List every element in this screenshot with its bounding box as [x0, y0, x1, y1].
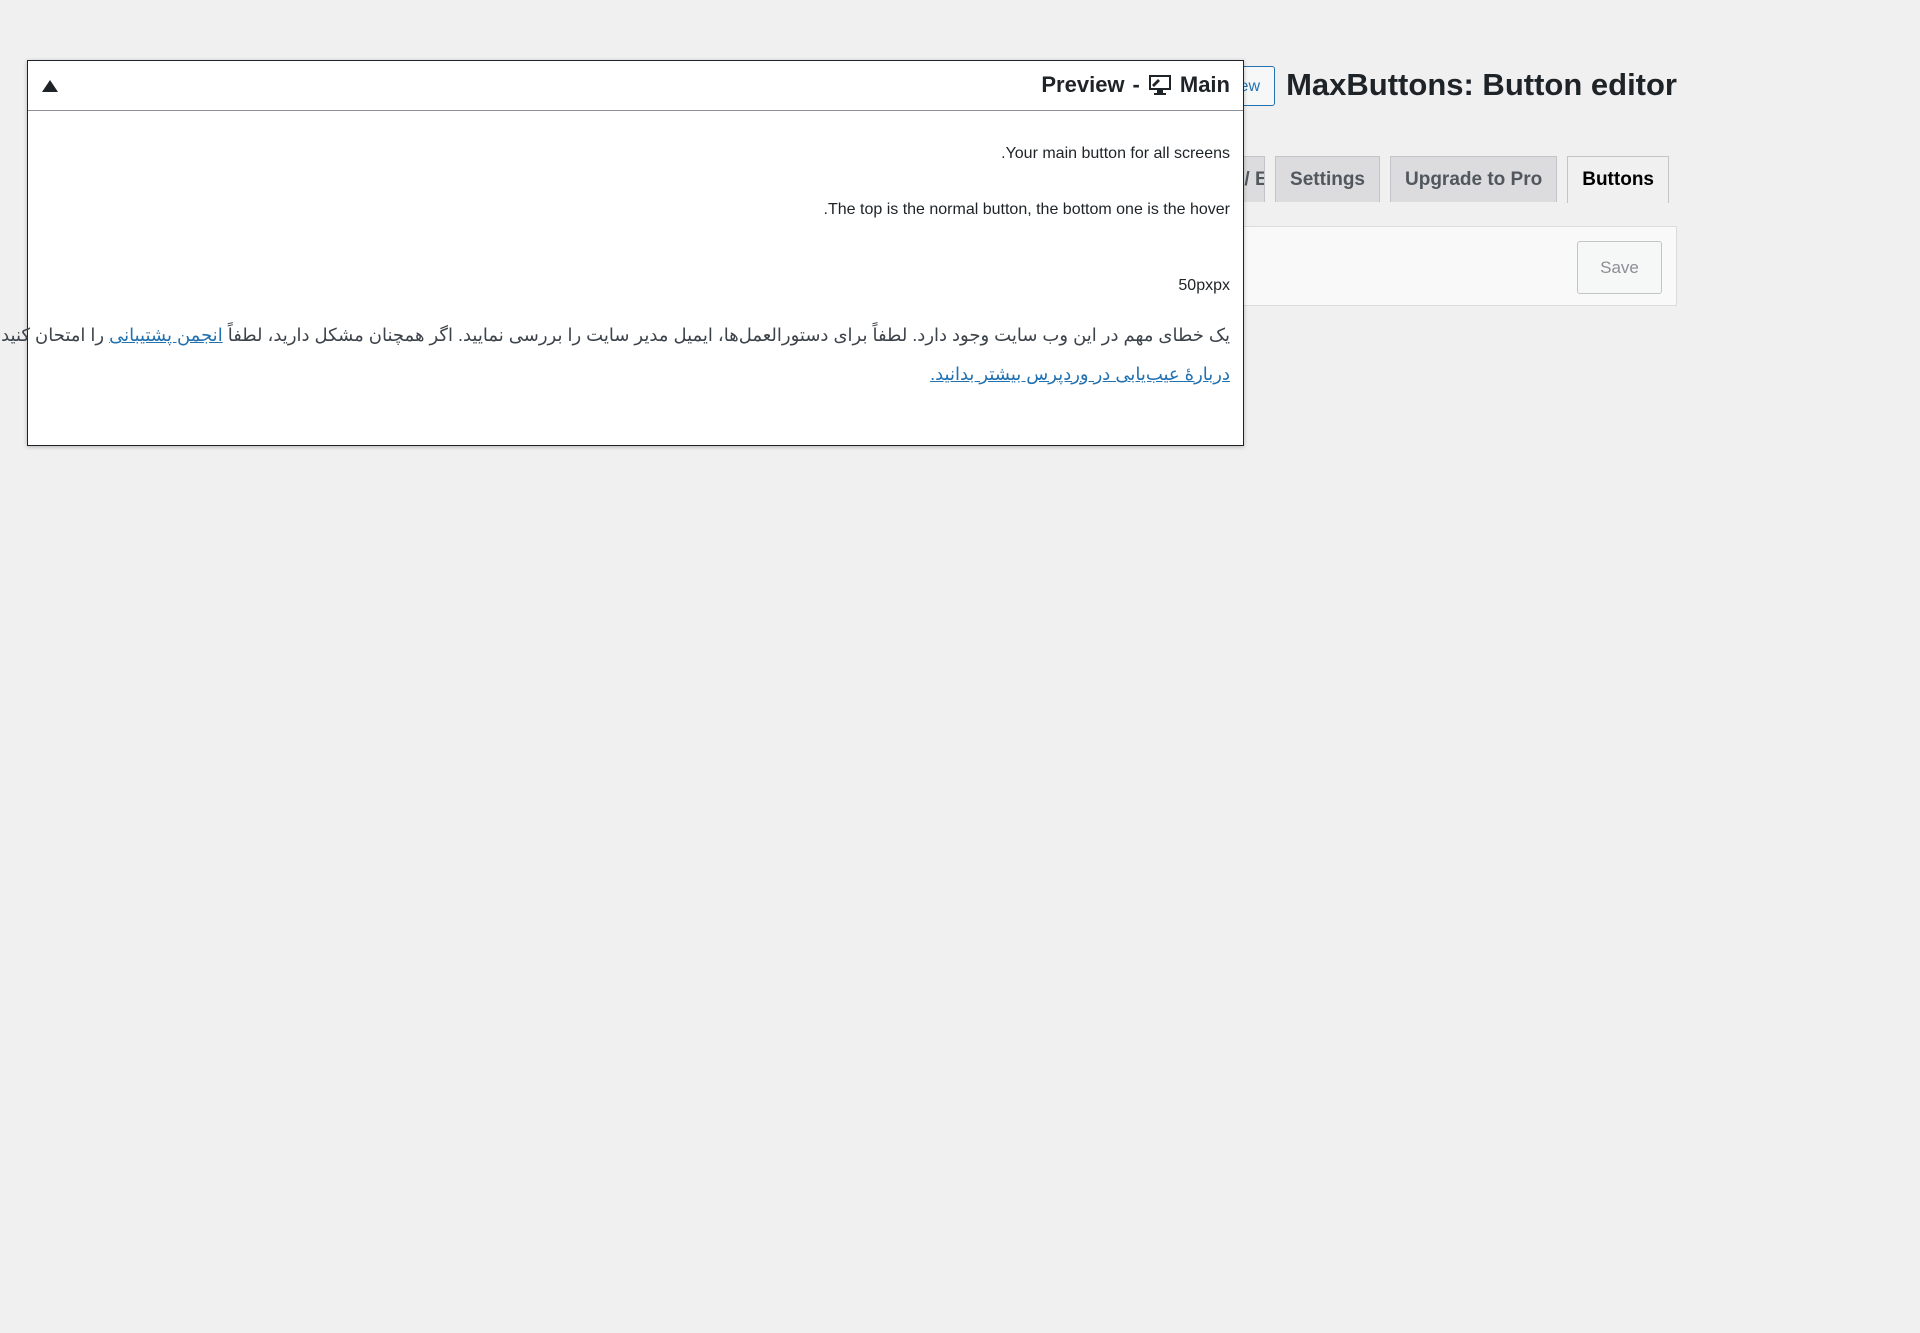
- desktop-icon: [1148, 75, 1171, 95]
- preview-panel: Preview - Main Your main button for all …: [0, 60, 1244, 446]
- error-text-before: یک خطای مهم در این وب سایت وجود دارد. لط…: [222, 325, 1230, 345]
- tab-upgrade-to-pro[interactable]: Upgrade to Pro: [1390, 156, 1558, 202]
- preview-header[interactable]: Preview - Main: [28, 61, 1243, 111]
- preview-title: Preview - Main: [1041, 72, 1230, 98]
- page-title: MaxButtons: Button editor: [1286, 67, 1677, 102]
- tab-buttons[interactable]: Buttons: [1567, 156, 1669, 203]
- preview-size-value: 50pxpx: [1178, 277, 1230, 294]
- troubleshooting-link[interactable]: دربارهٔ عیب‌یابی در وردپرس بیشتر بدانید.: [930, 364, 1230, 385]
- preview-title-main: Main: [1179, 72, 1230, 97]
- error-message: یک خطای مهم در این وب سایت وجود دارد. لط…: [0, 325, 1230, 346]
- save-button[interactable]: Save: [1577, 241, 1662, 294]
- tab-settings[interactable]: Settings: [1275, 156, 1380, 202]
- page: MaxButtons: Button editor Add New Button…: [0, 0, 1920, 1333]
- preview-description-main: Your main button for all screens.: [1001, 145, 1230, 162]
- error-text-after: را امتحان کنید.: [0, 325, 110, 345]
- preview-title-label: Preview: [1041, 72, 1125, 97]
- support-forum-link[interactable]: انجمن پشتیبانی: [109, 325, 223, 345]
- preview-description-hover: The top is the normal button, the bottom…: [823, 201, 1230, 218]
- collapse-up-icon[interactable]: [42, 80, 58, 92]
- preview-title-separator: -: [1132, 72, 1140, 97]
